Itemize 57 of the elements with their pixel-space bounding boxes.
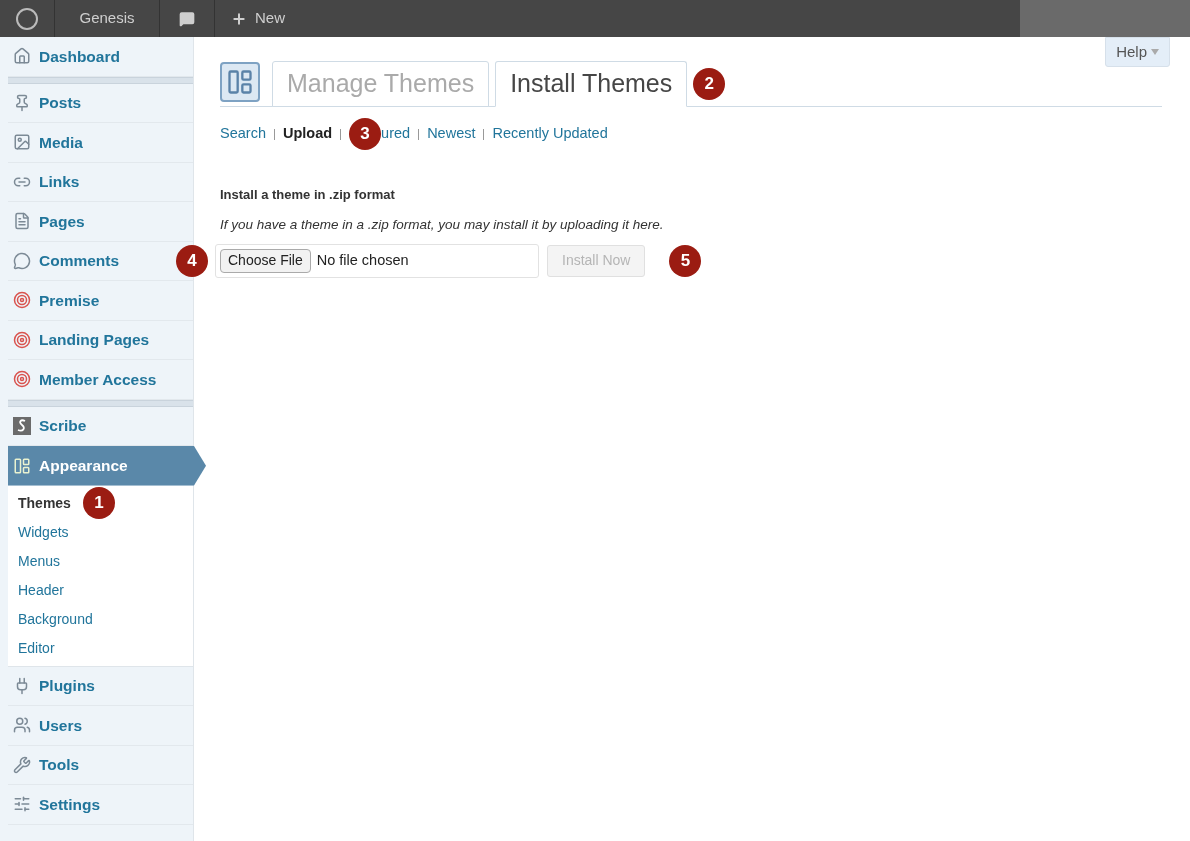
target-icon — [13, 370, 31, 389]
tab[interactable]: Install Themes — [495, 61, 688, 107]
sidebar-item[interactable]: Dashboard — [8, 37, 193, 77]
sidebar-item[interactable]: Plugins — [8, 666, 193, 706]
submenu-link[interactable]: Background — [18, 608, 93, 630]
sidebar-item[interactable]: Tools — [8, 745, 193, 785]
link-separator — [340, 128, 342, 140]
filter-link[interactable]: ured — [381, 123, 411, 145]
sidebar-item[interactable]: Appearance — [8, 446, 206, 486]
menu-icon — [13, 755, 31, 774]
choose-file-button[interactable]: Choose File — [220, 248, 311, 273]
submenu-link[interactable]: Menus — [18, 550, 61, 572]
submenu-link[interactable]: Header — [18, 579, 64, 601]
menu-icon — [13, 47, 31, 66]
sidebar-item[interactable]: Users — [8, 706, 193, 746]
description-text: If you have a theme in a .zip format, you may install it by uploading it here. — [220, 215, 665, 234]
help-button[interactable]: Help — [1105, 37, 1170, 67]
sidebar-item[interactable]: Member Access — [8, 360, 193, 400]
menu-icon — [13, 716, 31, 735]
filter-link[interactable]: Newest — [427, 123, 476, 145]
callout-badge: 3 — [349, 118, 382, 150]
menu-icon — [13, 251, 31, 270]
sidebar-item[interactable]: Media — [8, 123, 193, 163]
submenu-link[interactable]: Editor — [18, 637, 55, 659]
file-input[interactable]: Choose File No file chosen — [215, 243, 539, 278]
sidebar-item[interactable]: Premise — [8, 281, 193, 321]
menu-icon — [13, 456, 31, 475]
submenu-link[interactable]: Widgets — [18, 521, 69, 543]
callout-badge: 2 — [693, 67, 726, 100]
filter-link[interactable]: Recently Updated — [492, 123, 608, 145]
sidebar-item[interactable]: Links — [8, 162, 193, 202]
target-icon — [13, 291, 31, 310]
sidebar-item[interactable]: Landing Pages — [8, 320, 193, 360]
link-separator — [483, 128, 485, 140]
filter-link[interactable]: Search — [220, 123, 266, 145]
link-separator — [273, 128, 275, 140]
appearance-icon — [220, 62, 260, 102]
menu-icon — [13, 795, 31, 814]
menu-icon — [13, 93, 31, 112]
target-icon — [13, 330, 31, 349]
link-separator — [418, 128, 420, 140]
callout-badge: 1 — [82, 487, 115, 519]
menu-icon — [13, 133, 31, 152]
sidebar-item[interactable]: Posts — [8, 83, 193, 123]
menu-icon — [13, 212, 31, 231]
script-s-icon — [13, 416, 31, 435]
submenu-link[interactable]: Themes — [18, 492, 71, 514]
file-status-text: No file chosen — [316, 250, 409, 270]
caret-icon — [1151, 49, 1159, 55]
plus-icon — [231, 10, 247, 27]
comment-icon[interactable] — [179, 10, 195, 27]
callout-badge: 5 — [669, 244, 702, 277]
filter-link[interactable]: Upload — [282, 123, 333, 145]
section-heading: Install a theme in .zip format — [220, 186, 396, 204]
sidebar-item[interactable]: Pages — [8, 202, 193, 242]
sidebar-item[interactable]: Settings — [8, 785, 193, 825]
new-content-link[interactable]: New — [215, 0, 301, 37]
